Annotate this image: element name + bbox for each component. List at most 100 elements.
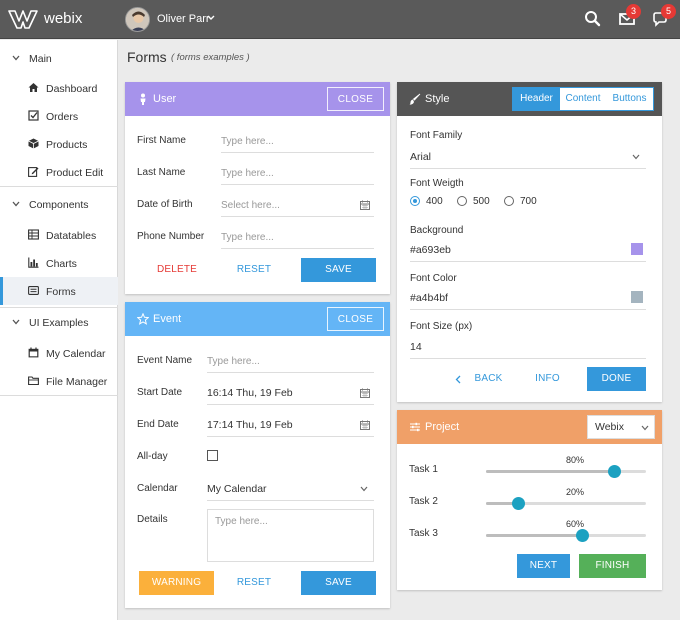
- edit-icon: [28, 167, 39, 177]
- event-panel: Event CLOSE Event Name Type here... Star…: [125, 302, 390, 608]
- background-color-input[interactable]: #a693eb: [410, 244, 646, 262]
- slider-fill: [486, 534, 582, 537]
- weight-500-radio[interactable]: [457, 196, 467, 206]
- first-name-label: First Name: [137, 135, 186, 146]
- sidebar-item-datatables[interactable]: Datatables: [0, 221, 118, 249]
- font-color-input[interactable]: #a4b4bf: [410, 292, 646, 310]
- first-name-input[interactable]: Type here...: [221, 136, 374, 153]
- sidebar-item-charts[interactable]: Charts: [0, 249, 118, 277]
- sidebar-item-my-calendar[interactable]: My Calendar: [0, 339, 118, 367]
- chevron-down-icon[interactable]: [632, 154, 640, 160]
- user-close-button[interactable]: CLOSE: [327, 87, 384, 111]
- slider-handle[interactable]: [608, 465, 621, 478]
- task-1-slider[interactable]: [486, 465, 646, 478]
- project-select[interactable]: Webix: [587, 415, 655, 439]
- chevron-left-icon[interactable]: [455, 375, 461, 384]
- sidebar-item-forms[interactable]: Forms: [0, 277, 118, 305]
- background-color-swatch[interactable]: [631, 243, 643, 255]
- back-button[interactable]: BACK: [466, 367, 511, 391]
- font-size-input[interactable]: 14: [410, 341, 646, 359]
- bar-chart-icon: [28, 257, 39, 268]
- task-3-slider[interactable]: [486, 529, 646, 542]
- home-icon: [28, 83, 39, 92]
- user-name[interactable]: Oliver Parr: [157, 13, 210, 25]
- user-panel-title: User: [153, 93, 177, 105]
- chevron-down-icon[interactable]: [360, 486, 368, 492]
- end-date-input[interactable]: 17:14 Thu, 19 Feb: [207, 419, 374, 437]
- sidebar: Main Dashboard Orders Products Product E…: [0, 40, 118, 620]
- search-icon[interactable]: [583, 9, 603, 29]
- chat-badge: 5: [661, 4, 676, 19]
- table-icon: [28, 229, 39, 240]
- phone-number-label: Phone Number: [137, 231, 205, 242]
- calendar-icon[interactable]: [360, 200, 370, 210]
- date-of-birth-label: Date of Birth: [137, 199, 193, 210]
- task-2-value: 20%: [566, 487, 585, 497]
- weight-700-label: 700: [520, 196, 537, 207]
- reset-button[interactable]: RESET: [219, 258, 289, 282]
- calendar-select[interactable]: My Calendar: [207, 483, 374, 501]
- delete-button[interactable]: DELETE: [142, 258, 212, 282]
- tab-content[interactable]: Content: [560, 88, 606, 110]
- font-family-select[interactable]: Arial: [410, 151, 646, 169]
- style-panel: Style Header Content Buttons Font Family…: [397, 82, 662, 402]
- chevron-down-icon: [12, 319, 20, 325]
- sidebar-item-orders[interactable]: Orders: [0, 102, 118, 130]
- all-day-checkbox[interactable]: [207, 450, 218, 461]
- sidebar-item-product-edit[interactable]: Product Edit: [0, 158, 118, 186]
- event-close-button[interactable]: CLOSE: [327, 307, 384, 331]
- tab-buttons[interactable]: Buttons: [606, 88, 653, 110]
- date-of-birth-input[interactable]: Select here...: [221, 200, 374, 217]
- details-textarea[interactable]: Type here...: [207, 509, 374, 562]
- sidebar-item-label: File Manager: [46, 376, 108, 388]
- save-button[interactable]: SAVE: [301, 258, 376, 282]
- event-panel-title: Event: [153, 313, 182, 325]
- slider-handle[interactable]: [576, 529, 589, 542]
- font-weight-label: Font Weigth: [410, 178, 464, 189]
- avatar[interactable]: [125, 7, 150, 32]
- webix-logo-icon: [8, 10, 38, 29]
- chevron-down-icon: [12, 55, 20, 61]
- sidebar-item-dashboard[interactable]: Dashboard: [0, 74, 118, 102]
- sidebar-item-products[interactable]: Products: [0, 130, 118, 158]
- sidebar-item-label: Dashboard: [46, 83, 98, 95]
- next-button[interactable]: NEXT: [517, 554, 570, 578]
- last-name-input[interactable]: Type here...: [221, 168, 374, 185]
- font-color-label: Font Color: [410, 273, 457, 284]
- done-button[interactable]: DONE: [587, 367, 646, 391]
- font-color-swatch[interactable]: [631, 291, 643, 303]
- sliders-icon: [410, 422, 420, 432]
- style-panel-header: Style Header Content Buttons: [397, 82, 662, 116]
- task-2-slider[interactable]: [486, 497, 646, 510]
- slider-handle[interactable]: [512, 497, 525, 510]
- save-button[interactable]: SAVE: [301, 571, 376, 595]
- weight-700-radio[interactable]: [504, 196, 514, 206]
- page-title: Forms: [127, 49, 167, 65]
- sidebar-item-file-manager[interactable]: File Manager: [0, 367, 118, 395]
- top-bar: webix Oliver Parr 3 5: [0, 0, 680, 39]
- chevron-down-icon[interactable]: [206, 12, 216, 22]
- calendar-icon[interactable]: [360, 388, 370, 398]
- calendar-label: Calendar: [137, 483, 178, 494]
- phone-number-input[interactable]: Type here...: [221, 232, 374, 249]
- tab-header[interactable]: Header: [513, 88, 560, 110]
- calendar-icon[interactable]: [360, 420, 370, 430]
- finish-button[interactable]: FINISH: [579, 554, 646, 578]
- start-date-input[interactable]: 16:14 Thu, 19 Feb: [207, 387, 374, 405]
- reset-button[interactable]: RESET: [219, 571, 289, 595]
- info-button[interactable]: INFO: [525, 367, 570, 391]
- sidebar-group-components[interactable]: Components: [0, 190, 118, 218]
- calendar-icon: [28, 347, 39, 358]
- start-date-label: Start Date: [137, 387, 183, 398]
- sidebar-divider: [0, 186, 118, 187]
- event-name-input[interactable]: Type here...: [207, 356, 374, 373]
- warning-button[interactable]: WARNING: [139, 571, 214, 595]
- sidebar-item-label: Orders: [46, 111, 79, 123]
- task-3-value: 60%: [566, 519, 585, 529]
- project-panel-title: Project: [425, 421, 460, 433]
- weight-400-radio[interactable]: [410, 196, 420, 206]
- sidebar-group-main[interactable]: Main: [0, 44, 118, 72]
- project-panel-header: Project Webix: [397, 410, 662, 444]
- sidebar-group-label: Main: [29, 53, 52, 65]
- sidebar-group-ui-examples[interactable]: UI Examples: [0, 308, 118, 336]
